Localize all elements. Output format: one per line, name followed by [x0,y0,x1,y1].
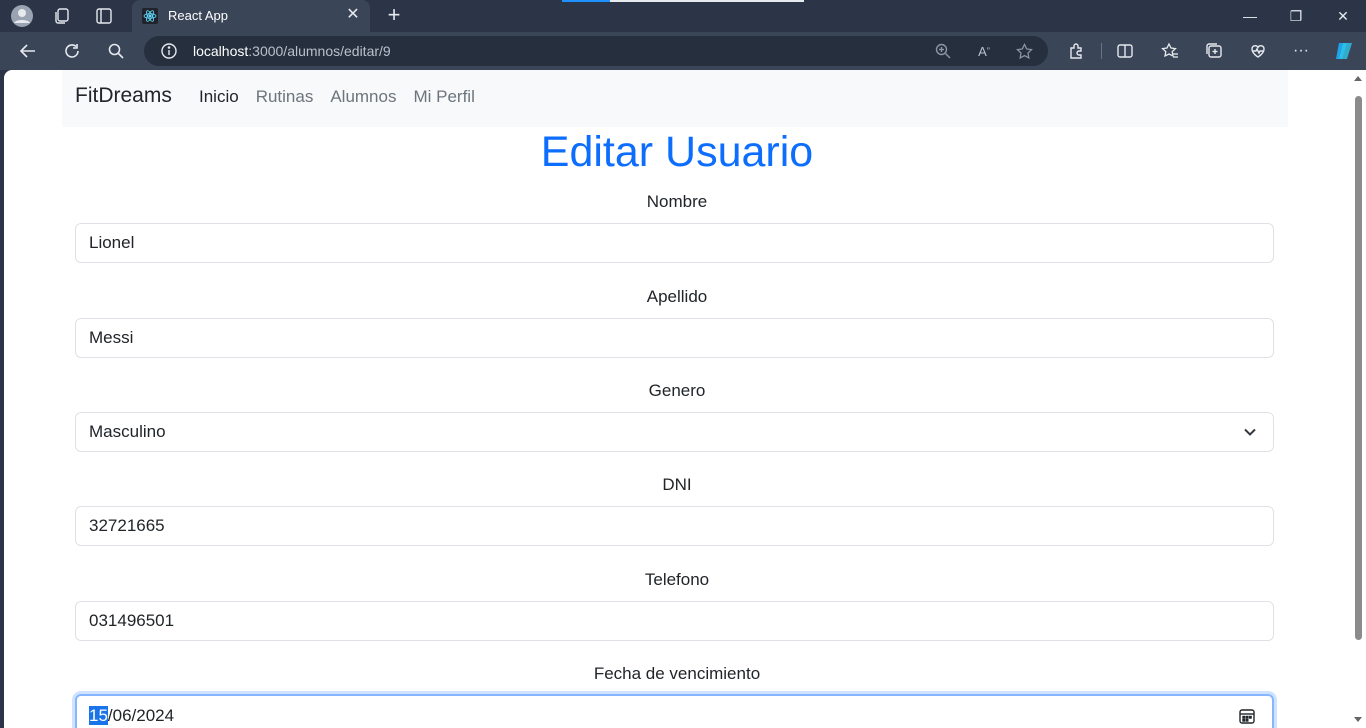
tab-react-app[interactable]: React App ✕ [132,0,370,32]
apellido-input[interactable]: Messi [75,318,1274,358]
site-info-icon[interactable] [160,42,178,60]
scroll-down-icon[interactable] [1354,717,1362,722]
new-tab-icon[interactable]: + [382,4,406,28]
address-bar[interactable]: localhost:3000/alumnos/editar/9 A” [144,36,1048,66]
nav-link-inicio[interactable]: Inicio [199,87,239,107]
nombre-label: Nombre [646,192,708,211]
tab-actions-icon[interactable] [92,4,116,28]
loading-indicator [562,0,804,2]
browser-toolbar: localhost:3000/alumnos/editar/9 A” ··· [0,32,1366,70]
scrollbar-thumb[interactable] [1355,96,1362,640]
window-close-icon[interactable]: ✕ [1333,6,1353,26]
apellido-label: Apellido [646,287,708,306]
collections-icon[interactable] [1203,40,1225,62]
react-favicon-icon [142,8,158,24]
minimize-icon[interactable]: — [1240,6,1260,26]
tab-title: React App [168,8,228,23]
genero-label: Genero [648,381,706,400]
read-aloud-icon[interactable]: A” [974,41,994,61]
navbar-brand[interactable]: FitDreams [75,84,172,108]
app-navbar: FitDreams Inicio Rutinas Alumnos Mi Perf… [62,70,1288,127]
zoom-icon[interactable] [933,41,953,61]
dni-label: DNI [662,475,692,494]
chevron-down-icon [1244,428,1256,436]
split-screen-icon[interactable] [1114,40,1136,62]
genero-selected-value: Masculino [89,422,166,441]
copilot-icon[interactable] [1333,40,1355,62]
nav-link-mi-perfil[interactable]: Mi Perfil [413,87,474,107]
search-icon[interactable] [105,40,127,62]
performance-icon[interactable] [1247,40,1269,62]
tab-close-icon[interactable]: ✕ [344,6,362,24]
profile-icon[interactable] [10,4,34,28]
workspaces-icon[interactable] [50,4,74,28]
telefono-label: Telefono [644,570,710,589]
nombre-input[interactable]: Lionel [75,223,1274,263]
nav-links: Inicio Rutinas Alumnos Mi Perfil [199,87,492,107]
calendar-icon[interactable] [1238,707,1256,725]
browser-title-bar: React App ✕ + — ❐ ✕ [0,0,1366,32]
more-options-icon[interactable]: ··· [1290,40,1312,62]
page-scrollbar[interactable] [1350,70,1366,728]
restore-icon[interactable]: ❐ [1286,6,1306,26]
fecha-label: Fecha de vencimiento [593,664,761,683]
telefono-input[interactable]: 031496501 [75,601,1274,641]
refresh-icon[interactable] [61,40,83,62]
fecha-rest: /06/2024 [107,706,175,725]
toolbar-separator [1101,43,1102,59]
fecha-vencimiento-input[interactable]: 15/06/2024 [75,694,1274,728]
page-title: Editar Usuario [540,128,814,176]
nav-link-rutinas[interactable]: Rutinas [256,87,314,107]
page-viewport: FitDreams Inicio Rutinas Alumnos Mi Perf… [4,70,1366,728]
scroll-up-icon[interactable] [1354,76,1362,81]
back-icon[interactable] [17,40,39,62]
nav-link-alumnos[interactable]: Alumnos [330,87,396,107]
url-text: localhost:3000/alumnos/editar/9 [193,43,391,59]
extensions-icon[interactable] [1066,40,1088,62]
dni-input[interactable]: 32721665 [75,506,1274,546]
fecha-day-segment[interactable]: 15 [89,706,108,725]
genero-select[interactable]: Masculino [75,412,1274,452]
favorite-star-icon[interactable] [1014,41,1034,61]
favorites-icon[interactable] [1159,40,1181,62]
